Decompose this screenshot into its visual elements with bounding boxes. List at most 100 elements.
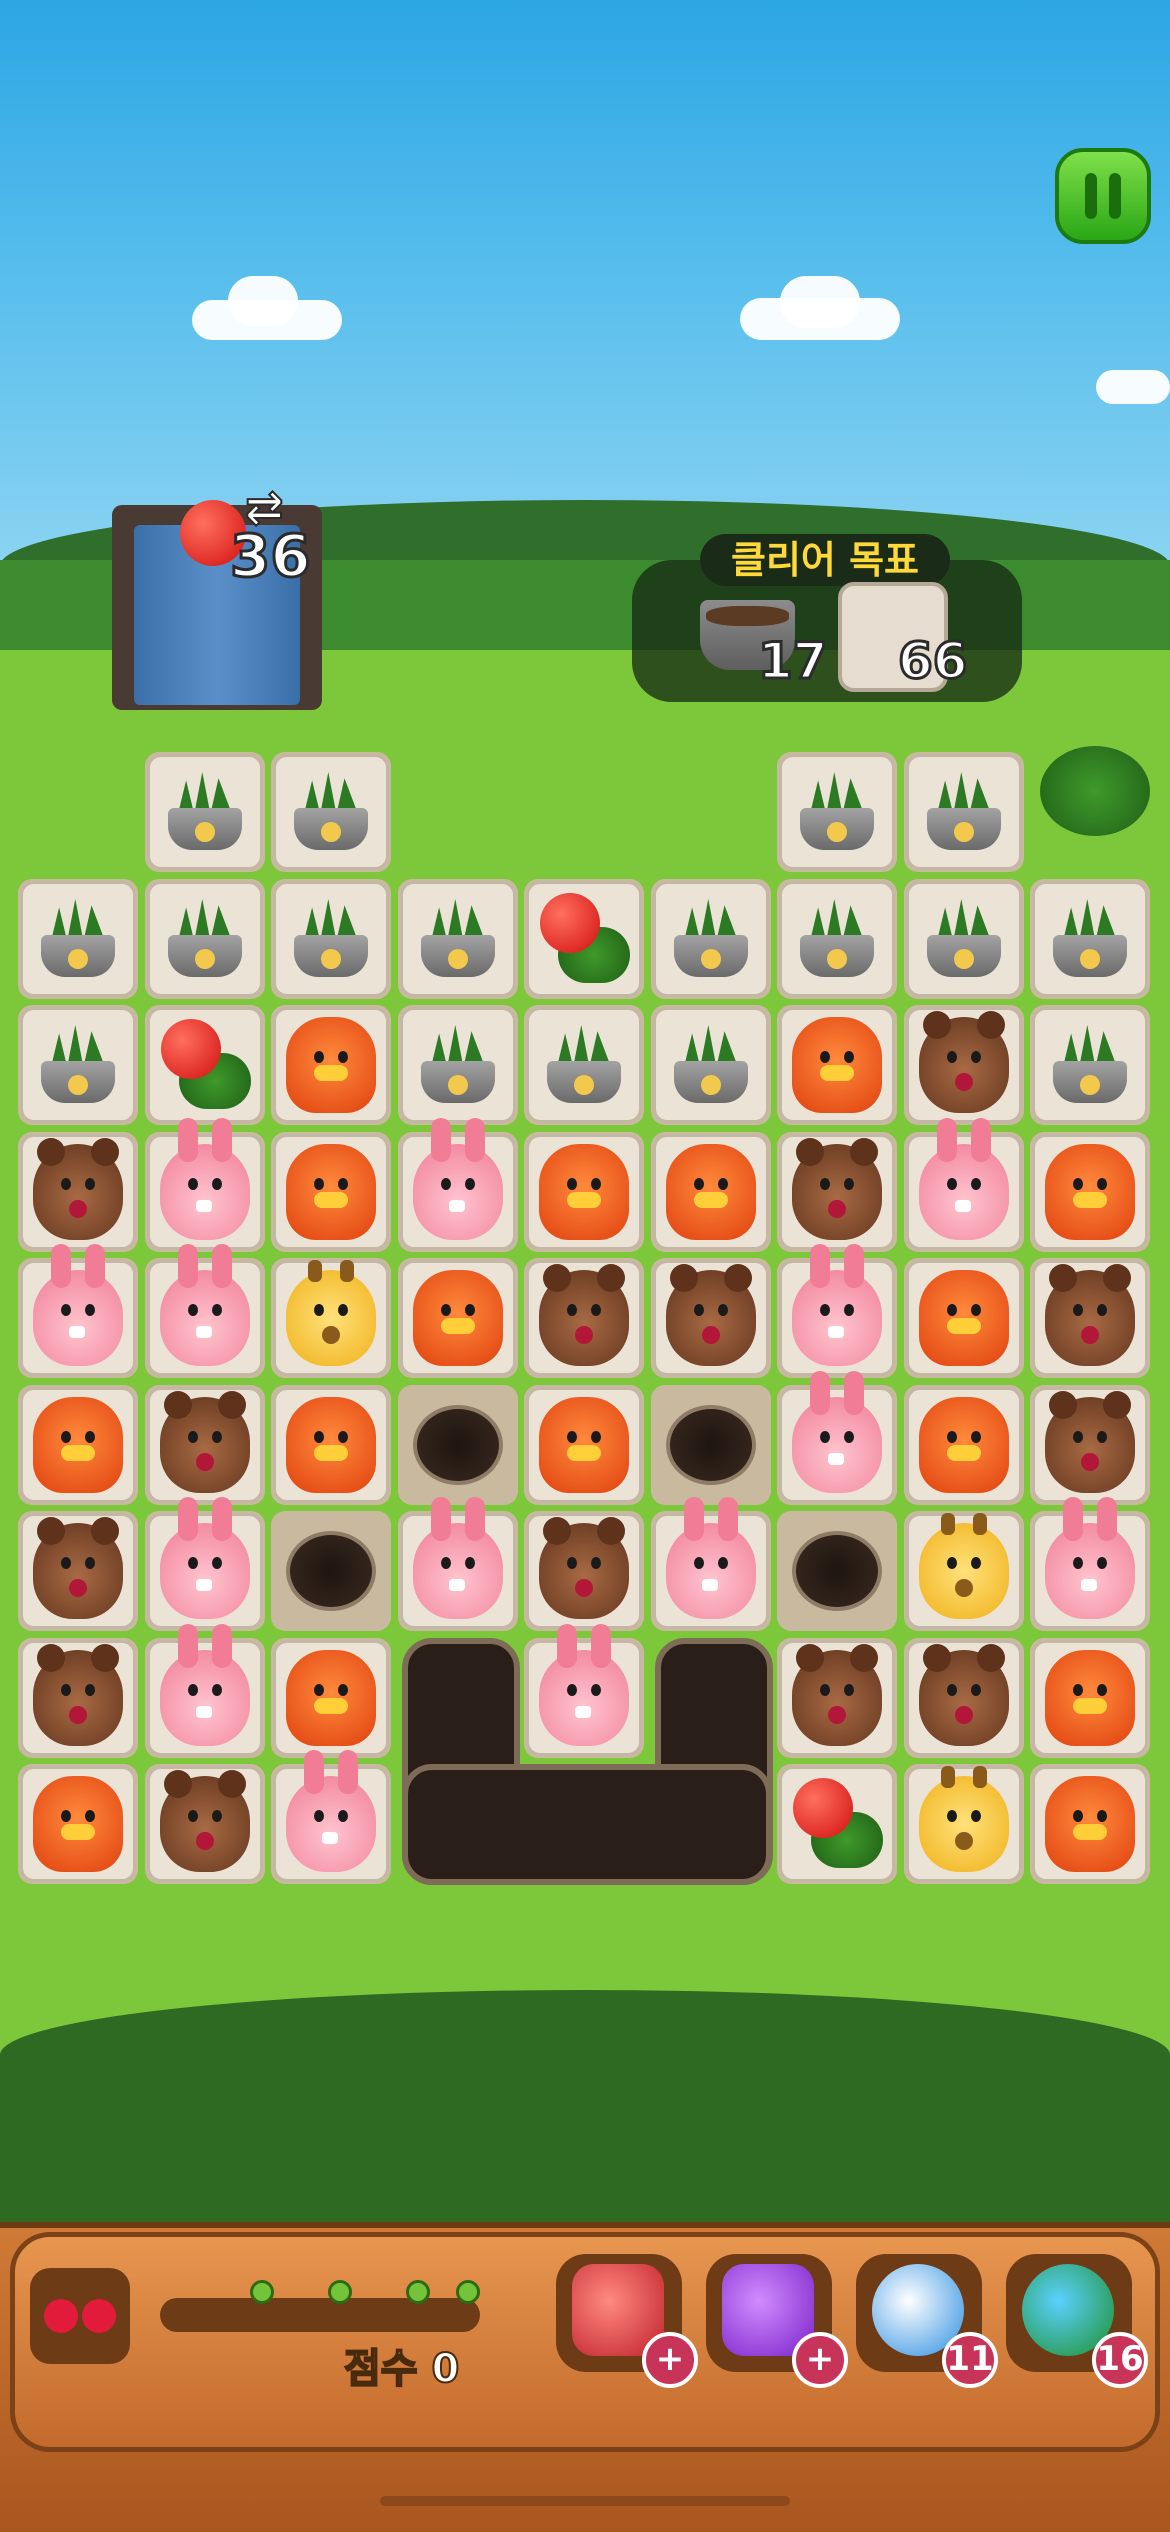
board-tile[interactable]	[779, 881, 895, 997]
board-tile[interactable]	[653, 1260, 769, 1376]
board-tile[interactable]	[779, 1640, 895, 1756]
flowerpot-icon	[666, 1025, 756, 1105]
board-tile[interactable]	[400, 1007, 516, 1123]
board-tile[interactable]	[1032, 1387, 1148, 1503]
board-tile[interactable]	[273, 881, 389, 997]
duck-icon	[413, 1270, 503, 1366]
board-tile[interactable]	[147, 881, 263, 997]
board-tile[interactable]	[1032, 1640, 1148, 1756]
board-tile[interactable]	[526, 1260, 642, 1376]
duck-icon	[919, 1397, 1009, 1493]
home-indicator[interactable]	[380, 2496, 790, 2506]
duck-icon	[286, 1650, 376, 1746]
board-tile[interactable]	[653, 1497, 769, 1629]
board-tile[interactable]	[779, 754, 895, 870]
board-tile[interactable]	[906, 1007, 1022, 1123]
board-tile[interactable]	[273, 1750, 389, 1882]
board-tile[interactable]	[1032, 881, 1148, 997]
bear-icon	[160, 1391, 250, 1493]
board-tile[interactable]	[906, 881, 1022, 997]
board-tile[interactable]	[906, 1118, 1022, 1250]
cloud	[228, 276, 298, 326]
board-tile[interactable]	[20, 1640, 136, 1756]
board-tile[interactable]	[653, 881, 769, 997]
board-tile[interactable]	[906, 754, 1022, 870]
board-tile[interactable]	[273, 1640, 389, 1756]
board-tile[interactable]	[273, 754, 389, 870]
board-tile[interactable]	[400, 1387, 516, 1503]
board-tile[interactable]	[400, 1260, 516, 1376]
progress-star-node	[406, 2280, 430, 2304]
duck-icon	[286, 1017, 376, 1113]
apple-bush-icon	[787, 1774, 887, 1874]
pause-icon	[1085, 173, 1097, 219]
board-tile[interactable]	[273, 1513, 389, 1629]
board-tile[interactable]	[273, 1387, 389, 1503]
flowerpot-icon	[413, 899, 503, 979]
board-tile[interactable]	[1032, 1007, 1148, 1123]
board-tile[interactable]	[1032, 1134, 1148, 1250]
board-tile[interactable]	[906, 1766, 1022, 1882]
booster-ball-badge: 11	[942, 2332, 998, 2388]
board-tile[interactable]	[273, 1134, 389, 1250]
flowerpot-icon	[792, 772, 882, 852]
bushes-foreground	[0, 1990, 1170, 2250]
board-tile[interactable]	[779, 1513, 895, 1629]
board-tile[interactable]	[653, 1387, 769, 1503]
board-tile[interactable]	[147, 1387, 263, 1503]
board-tile[interactable]	[400, 1118, 516, 1250]
board-tile[interactable]	[779, 1134, 895, 1250]
board-tile[interactable]	[147, 1497, 263, 1629]
board-tile[interactable]	[147, 1118, 263, 1250]
board-tile[interactable]	[526, 881, 642, 997]
booster-magic-hammer-badge: +	[792, 2332, 848, 2388]
board-tile[interactable]	[526, 1513, 642, 1629]
board-tile[interactable]	[147, 754, 263, 870]
board-tile[interactable]	[273, 1007, 389, 1123]
board-tile[interactable]	[1032, 1497, 1148, 1629]
board-tile[interactable]	[906, 1640, 1022, 1756]
duck-icon	[286, 1397, 376, 1493]
board-tile[interactable]	[147, 1766, 263, 1882]
board-tile[interactable]	[526, 1134, 642, 1250]
board-tile[interactable]	[20, 1387, 136, 1503]
board-tile[interactable]	[20, 1134, 136, 1250]
board-tile[interactable]	[653, 1007, 769, 1123]
board-tile[interactable]	[273, 1260, 389, 1376]
flowerpot-icon	[160, 899, 250, 979]
giraffe-icon	[286, 1260, 376, 1366]
board-tile[interactable]	[653, 1134, 769, 1250]
board-tile[interactable]	[906, 1387, 1022, 1503]
booster-hammer-badge: +	[642, 2332, 698, 2388]
board-tile[interactable]	[906, 1513, 1022, 1629]
board-tile[interactable]	[1032, 1260, 1148, 1376]
board-tile[interactable]	[20, 1007, 136, 1123]
board-tile[interactable]	[526, 1624, 642, 1756]
progress-star-node	[456, 2280, 480, 2304]
sky-background	[0, 0, 1170, 560]
board-tile[interactable]	[147, 1007, 263, 1123]
board-tile[interactable]	[20, 881, 136, 997]
board-tile[interactable]	[20, 1513, 136, 1629]
board-tile[interactable]	[906, 1260, 1022, 1376]
score-progress-bar	[160, 2298, 480, 2332]
rabbit-icon	[413, 1118, 503, 1240]
board-tile[interactable]	[779, 1766, 895, 1882]
rabbit-icon	[286, 1750, 376, 1872]
board-tile[interactable]	[779, 1007, 895, 1123]
board-tile[interactable]	[526, 1007, 642, 1123]
bear-icon	[539, 1264, 629, 1366]
board-tile[interactable]	[20, 1766, 136, 1882]
board-tile[interactable]	[147, 1244, 263, 1376]
board-tile[interactable]	[400, 1497, 516, 1629]
pause-button[interactable]	[1055, 148, 1151, 244]
board-tile[interactable]	[779, 1244, 895, 1376]
rabbit-icon	[792, 1244, 882, 1366]
board-tile[interactable]	[400, 881, 516, 997]
board-tile[interactable]	[1032, 1766, 1148, 1882]
board-tile[interactable]	[526, 1387, 642, 1503]
rabbit-icon	[160, 1497, 250, 1619]
board-tile[interactable]	[779, 1371, 895, 1503]
board-tile[interactable]	[147, 1624, 263, 1756]
board-tile[interactable]	[20, 1244, 136, 1376]
